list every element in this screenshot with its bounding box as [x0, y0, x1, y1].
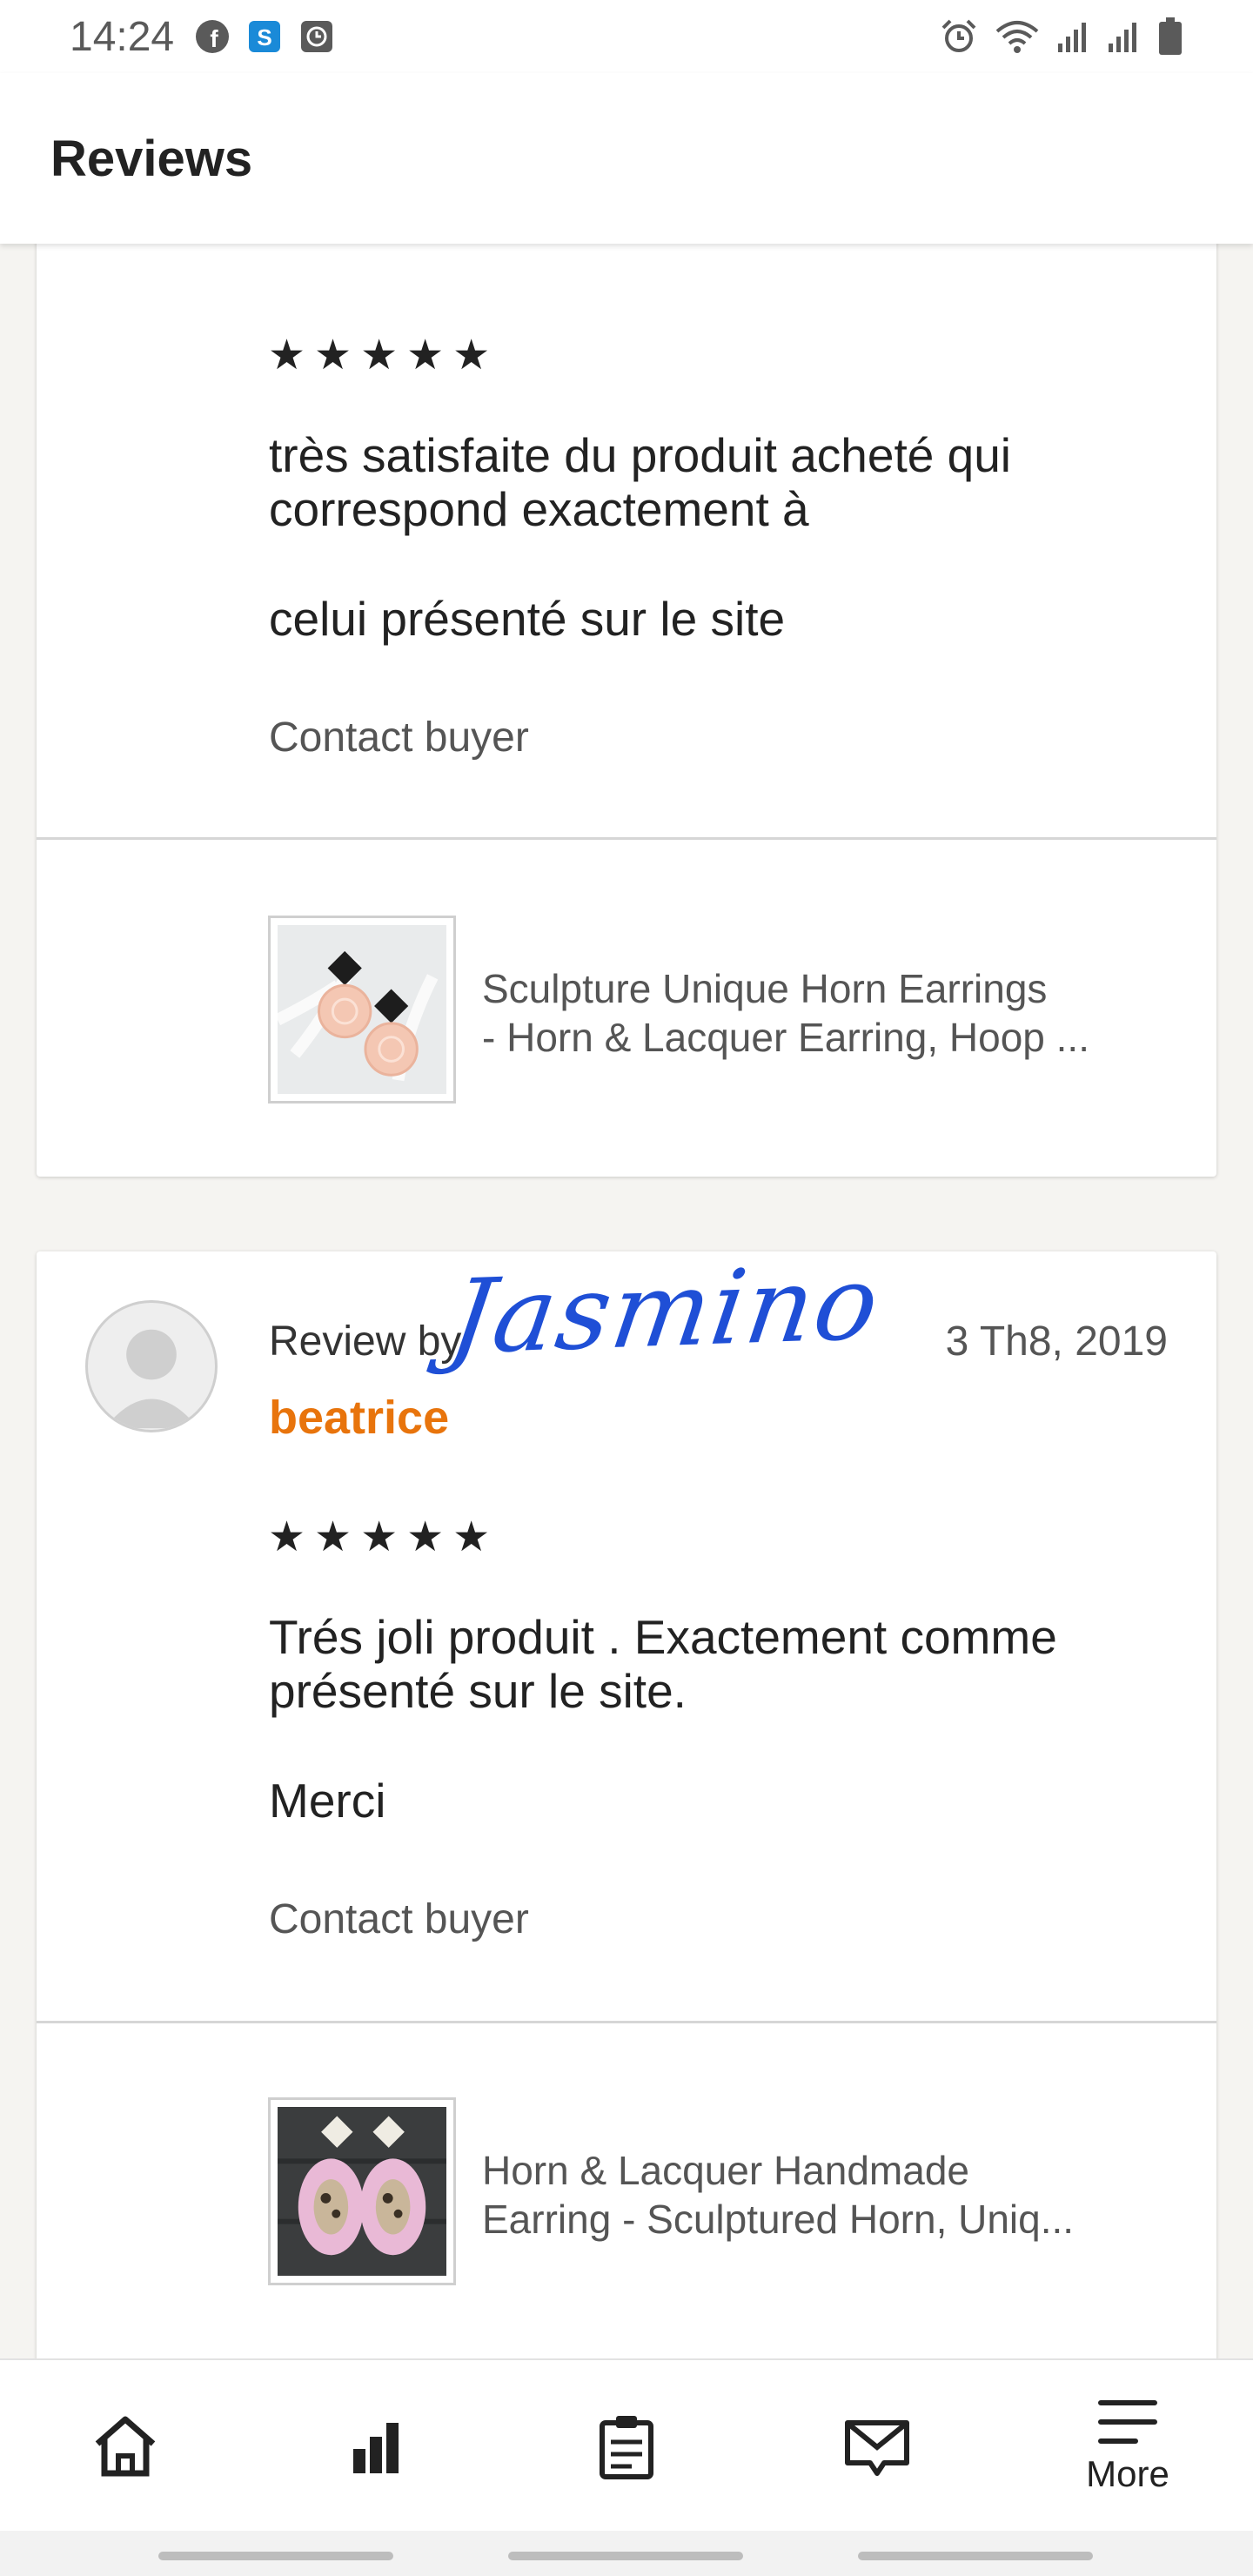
- app-bar: Reviews: [0, 73, 1253, 244]
- review-text-line: présenté sur le site.: [269, 1664, 687, 1718]
- menu-icon: [1098, 2400, 1157, 2444]
- system-gesture-bar: [0, 2531, 1253, 2576]
- status-icons-left: f S: [195, 19, 334, 54]
- earring-image-icon: [278, 925, 446, 1094]
- review-text: très satisfaite du produit acheté qui co…: [269, 428, 1174, 646]
- listing-title-line: Earring - Sculptured Horn, Uniq...: [482, 2197, 1075, 2242]
- status-bar: 14:24 f S: [0, 0, 1253, 73]
- clock-app-icon: [299, 19, 334, 54]
- status-time: 14:24: [70, 13, 175, 60]
- nav-home[interactable]: [0, 2360, 251, 2531]
- skype-icon: S: [247, 19, 282, 54]
- divider: [37, 837, 1216, 840]
- signal-icon: [1056, 19, 1091, 54]
- listing-title[interactable]: Sculpture Unique Horn Earrings - Horn & …: [482, 964, 1178, 1062]
- page-title: Reviews: [50, 130, 253, 187]
- status-icons-right: [940, 17, 1183, 57]
- nav-more-label: More: [1086, 2453, 1169, 2494]
- orders-icon: [600, 2416, 653, 2479]
- buyer-avatar[interactable]: [85, 1300, 218, 1432]
- review-card: beatrice ★★★★★ très satisfaite du produi…: [37, 174, 1216, 1177]
- reviews-screen: 14:24 f S Reviews ★★★★★ très satisfaite …: [0, 0, 1253, 2576]
- stats-icon: [353, 2423, 399, 2473]
- divider: [37, 2021, 1216, 2023]
- listing-title-line: Horn & Lacquer Handmade: [482, 2148, 969, 2193]
- nav-messages[interactable]: [752, 2360, 1002, 2531]
- nav-stats[interactable]: [251, 2360, 501, 2531]
- contact-buyer-link[interactable]: Contact buyer: [269, 714, 529, 761]
- review-text-line: très satisfaite du produit acheté qui: [269, 428, 1012, 482]
- bottom-nav: More: [0, 2358, 1253, 2531]
- gesture-pill: [508, 2552, 743, 2560]
- reviewer-name[interactable]: beatrice: [269, 1391, 449, 1445]
- signature-watermark: Jasmino: [442, 1242, 888, 1378]
- review-by-label: Review by: [269, 1318, 462, 1365]
- wifi-icon: [994, 17, 1041, 56]
- review-text-line: celui présenté sur le site: [269, 592, 786, 646]
- gesture-pill: [858, 2552, 1093, 2560]
- review-text-line: correspond exactement à: [269, 482, 809, 536]
- contact-buyer-link[interactable]: Contact buyer: [269, 1895, 529, 1943]
- listing-title-line: - Horn & Lacquer Earring, Hoop ...: [482, 1015, 1089, 1060]
- review-card: Review by 3 Th8, 2019 beatrice ★★★★★ Tré…: [37, 1251, 1216, 2400]
- star-rating: ★★★★★: [268, 1514, 499, 1560]
- gesture-pill: [158, 2552, 393, 2560]
- nav-orders[interactable]: [501, 2360, 752, 2531]
- messages-icon: [845, 2420, 909, 2476]
- nav-more[interactable]: More: [1002, 2360, 1253, 2531]
- listing-thumbnail[interactable]: [268, 916, 456, 1104]
- facebook-icon: f: [195, 19, 230, 54]
- svg-text:f: f: [210, 25, 218, 52]
- battery-icon: [1157, 17, 1183, 57]
- listing-title[interactable]: Horn & Lacquer Handmade Earring - Sculpt…: [482, 2146, 1178, 2244]
- alarm-icon: [940, 17, 978, 56]
- listing-thumbnail[interactable]: [268, 2097, 456, 2285]
- earring-image-icon: [278, 2107, 446, 2276]
- svg-text:S: S: [257, 24, 271, 50]
- review-text: Trés joli produit . Exactement comme pré…: [269, 1610, 1174, 1828]
- review-date: 3 Th8, 2019: [945, 1318, 1168, 1365]
- signal-icon: [1107, 19, 1142, 54]
- home-icon: [95, 2416, 156, 2477]
- star-rating: ★★★★★: [268, 332, 499, 379]
- review-text-line: Merci: [269, 1774, 386, 1828]
- review-text-line: Trés joli produit . Exactement comme: [269, 1610, 1057, 1664]
- listing-title-line: Sculpture Unique Horn Earrings: [482, 966, 1048, 1011]
